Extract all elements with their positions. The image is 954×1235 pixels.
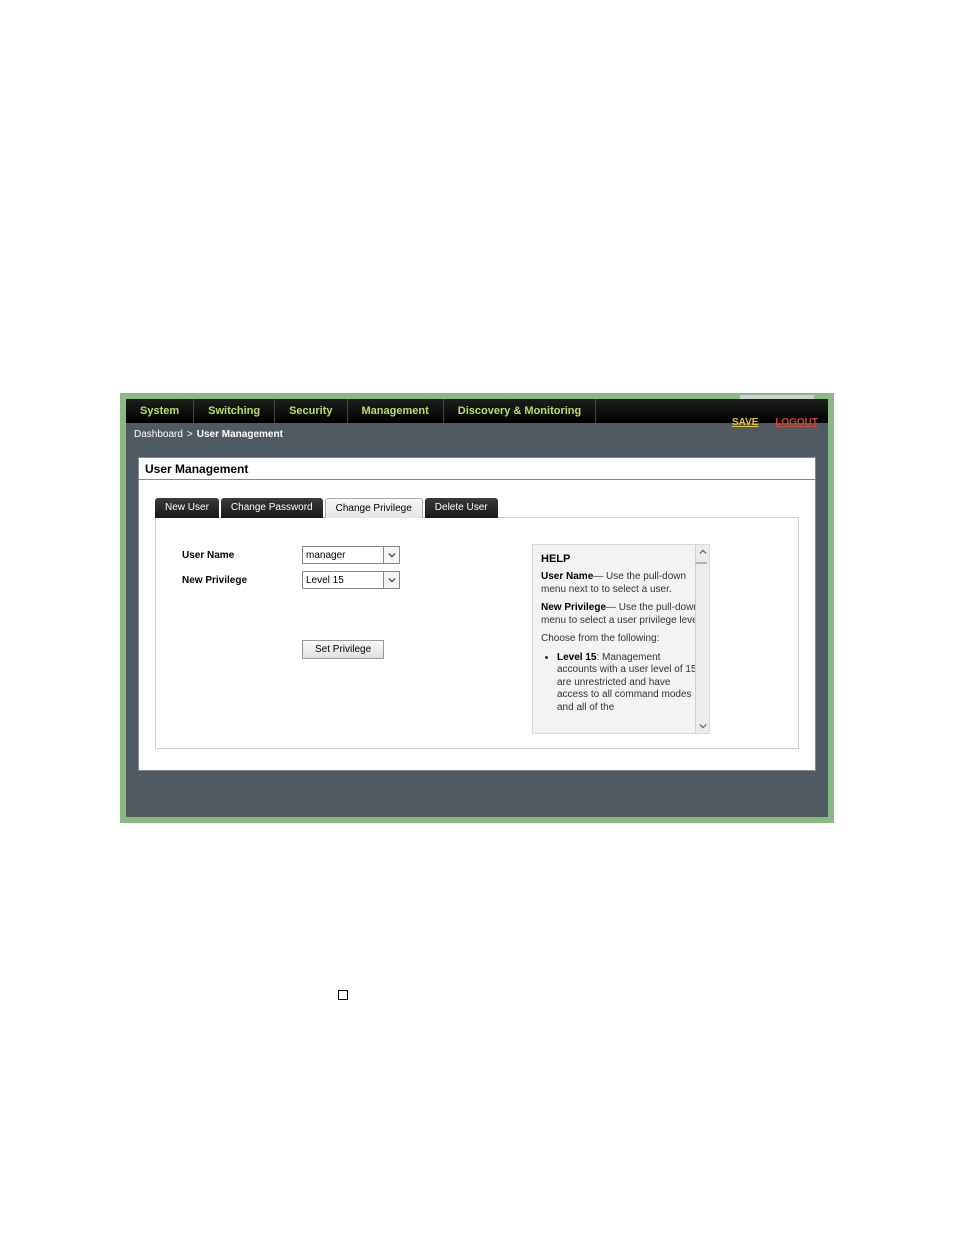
main-nav: System Switching Security Management Dis… bbox=[126, 399, 828, 423]
tab-row: New User Change Password Change Privileg… bbox=[155, 498, 799, 518]
chevron-down-icon bbox=[383, 572, 399, 588]
tab-change-password[interactable]: Change Password bbox=[221, 498, 323, 518]
help-panel: HELP User Name— Use the pull-down menu n… bbox=[532, 544, 710, 734]
help-p-username: User Name— Use the pull-down menu next t… bbox=[541, 571, 703, 596]
set-privilege-button[interactable]: Set Privilege bbox=[302, 640, 384, 659]
page-title: User Management bbox=[145, 462, 248, 476]
form-box: User Name manager New Privilege Level 15 bbox=[155, 517, 799, 749]
select-privilege-value: Level 15 bbox=[306, 575, 344, 586]
nav-switching[interactable]: Switching bbox=[194, 399, 275, 423]
help-p2-bold: New Privilege bbox=[541, 602, 606, 613]
breadcrumb: Dashboard > User Management bbox=[126, 423, 828, 445]
help-p1-bold: User Name bbox=[541, 571, 593, 582]
scroll-down-icon[interactable] bbox=[696, 719, 709, 733]
tab-delete-user[interactable]: Delete User bbox=[425, 498, 498, 518]
scrollbar-thumb[interactable] bbox=[695, 562, 707, 564]
nav-management[interactable]: Management bbox=[348, 399, 444, 423]
help-scrollbar[interactable] bbox=[695, 545, 709, 733]
app-inner-panel: System Switching Security Management Dis… bbox=[126, 399, 828, 817]
help-p-privilege: New Privilege— Use the pull-down menu to… bbox=[541, 602, 703, 627]
help-list: Level 15: Management accounts with a use… bbox=[541, 652, 703, 715]
chevron-down-icon bbox=[383, 547, 399, 563]
content-panel: New User Change Password Change Privileg… bbox=[138, 479, 816, 771]
nav-discovery-monitoring[interactable]: Discovery & Monitoring bbox=[444, 399, 596, 423]
breadcrumb-root[interactable]: Dashboard bbox=[134, 429, 183, 440]
nav-security[interactable]: Security bbox=[275, 399, 347, 423]
checkbox-glyph bbox=[338, 990, 348, 1000]
tab-new-user[interactable]: New User bbox=[155, 498, 219, 518]
breadcrumb-separator: > bbox=[187, 429, 193, 440]
scroll-up-icon[interactable] bbox=[696, 545, 709, 559]
tab-change-privilege[interactable]: Change Privilege bbox=[325, 498, 423, 518]
breadcrumb-current: User Management bbox=[197, 429, 283, 440]
select-privilege[interactable]: Level 15 bbox=[302, 571, 400, 589]
form-left: User Name manager New Privilege Level 15 bbox=[182, 546, 512, 736]
row-username: User Name manager bbox=[182, 546, 512, 564]
nav-system[interactable]: System bbox=[126, 399, 194, 423]
label-privilege: New Privilege bbox=[182, 575, 302, 586]
save-link[interactable]: SAVE bbox=[732, 417, 759, 428]
help-li-bold: Level 15 bbox=[557, 652, 596, 663]
help-title: HELP bbox=[541, 553, 703, 565]
help-p-choose: Choose from the following: bbox=[541, 633, 703, 646]
app-window-frame: System Switching Security Management Dis… bbox=[120, 393, 834, 823]
select-username-value: manager bbox=[306, 550, 345, 561]
top-actions: SAVE LOGOUT bbox=[732, 417, 818, 428]
page-title-bar: User Management bbox=[138, 457, 816, 479]
row-privilege: New Privilege Level 15 bbox=[182, 571, 512, 589]
select-username[interactable]: manager bbox=[302, 546, 400, 564]
logout-link[interactable]: LOGOUT bbox=[775, 417, 818, 428]
help-li-level15: Level 15: Management accounts with a use… bbox=[557, 652, 703, 715]
label-username: User Name bbox=[182, 550, 302, 561]
window-top-accent bbox=[740, 395, 814, 399]
